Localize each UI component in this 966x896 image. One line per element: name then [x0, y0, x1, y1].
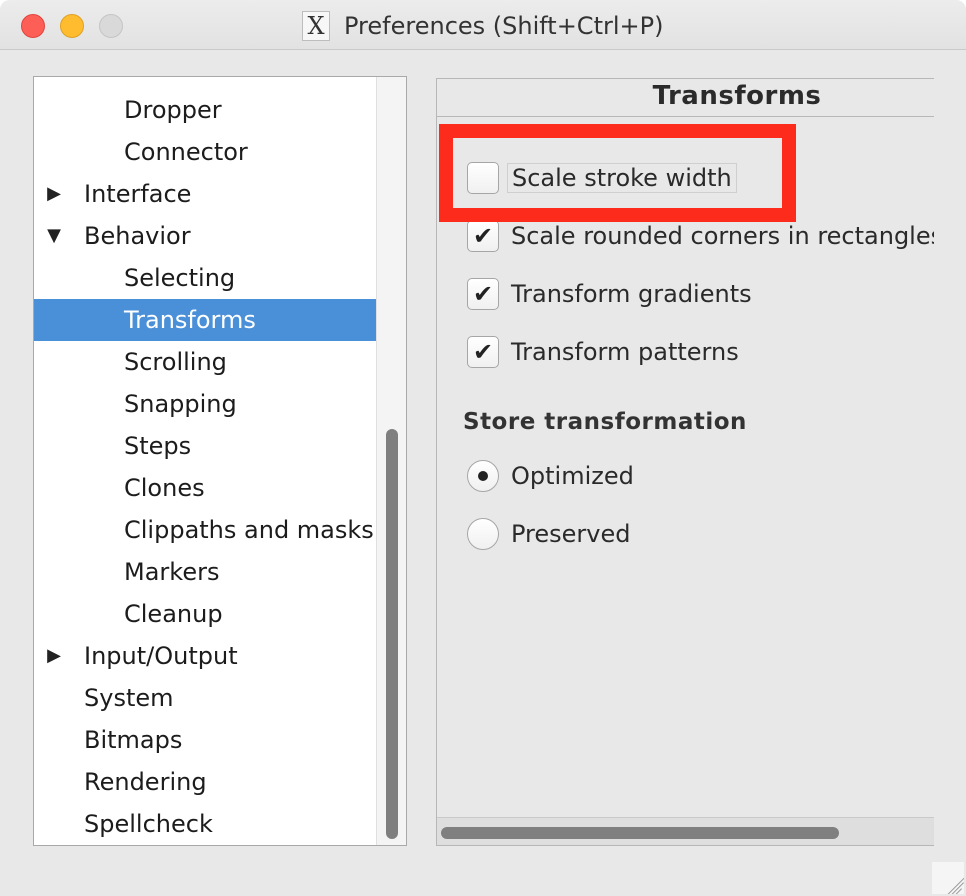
- tree-item-label: Spellcheck: [84, 810, 213, 838]
- scale-stroke-width-checkbox[interactable]: [467, 162, 499, 194]
- radio-dot-icon: [478, 471, 488, 481]
- tree-scrollbar-thumb[interactable]: [386, 429, 398, 839]
- panel-horizontal-scrollbar[interactable]: [437, 817, 934, 845]
- preferences-window: X Preferences (Shift+Ctrl+P) Dropper Conn…: [0, 0, 966, 896]
- transform-gradients-label[interactable]: Transform gradients: [511, 280, 752, 308]
- panel-title: Transforms: [652, 81, 822, 111]
- resize-grip-icon[interactable]: [932, 862, 964, 894]
- tree-item[interactable]: ▶ Input/Output: [34, 635, 377, 677]
- disclosure-collapsed-icon[interactable]: ▶: [44, 173, 64, 215]
- tree-item-label: Input/Output: [84, 642, 238, 670]
- panel-header: Transforms: [437, 79, 934, 117]
- tree-item-label: Snapping: [124, 390, 237, 418]
- disclosure-expanded-icon[interactable]: ▼: [44, 215, 64, 257]
- tree-item-label: Rendering: [84, 768, 207, 796]
- tree-item-label: Cleanup: [124, 600, 223, 628]
- tree-item[interactable]: ▼ Behavior: [34, 215, 377, 257]
- window-title-group: X Preferences (Shift+Ctrl+P): [302, 10, 663, 42]
- tree-item-label: Markers: [124, 558, 220, 586]
- tree-item[interactable]: Rendering: [34, 761, 377, 803]
- tree-item-label: System: [84, 684, 174, 712]
- tree-item[interactable]: System: [34, 677, 377, 719]
- disclosure-collapsed-icon[interactable]: ▶: [44, 635, 64, 677]
- tree-item-label: Selecting: [124, 264, 236, 292]
- tree-item-label: Dropper: [124, 96, 222, 124]
- tree-item[interactable]: Steps: [34, 425, 377, 467]
- checkmark-icon: ✔: [472, 222, 494, 250]
- transform-gradients-checkbox[interactable]: ✔: [467, 278, 499, 310]
- tree-item-label: Interface: [84, 180, 192, 208]
- close-window-button[interactable]: [21, 14, 45, 38]
- tree-item-label: Steps: [124, 432, 192, 460]
- scale-rounded-corners-checkbox[interactable]: ✔: [467, 220, 499, 252]
- tree-item-label: Transforms: [124, 306, 256, 334]
- tree-item[interactable]: Clippaths and masks: [34, 509, 377, 551]
- minimize-window-button[interactable]: [60, 14, 84, 38]
- tree-item[interactable]: Cleanup: [34, 593, 377, 635]
- checkmark-icon: ✔: [472, 338, 494, 366]
- preserved-row[interactable]: Preserved: [467, 517, 631, 551]
- tree-item[interactable]: Spellcheck: [34, 803, 377, 845]
- tree-item[interactable]: ▶ Interface: [34, 173, 377, 215]
- tree-item-label: Clones: [124, 474, 205, 502]
- title-bar[interactable]: X Preferences (Shift+Ctrl+P): [0, 0, 966, 50]
- tree-item-label: Clippaths and masks: [124, 516, 374, 544]
- tree-item[interactable]: Markers: [34, 551, 377, 593]
- tree-item[interactable]: Scrolling: [34, 341, 377, 383]
- transform-patterns-label[interactable]: Transform patterns: [511, 338, 739, 366]
- tree-item[interactable]: Clones: [34, 467, 377, 509]
- preserved-radio[interactable]: [467, 518, 499, 550]
- tree-item-label: Scrolling: [124, 348, 227, 376]
- optimized-radio[interactable]: [467, 460, 499, 492]
- checkmark-icon: ✔: [472, 280, 494, 308]
- tree-vertical-scrollbar[interactable]: [376, 77, 406, 845]
- tree-item-label: Connector: [124, 138, 248, 166]
- store-transformation-heading: Store transformation: [463, 409, 747, 435]
- tree-item-label: Behavior: [84, 222, 191, 250]
- scale-stroke-width-label[interactable]: Scale stroke width: [507, 163, 737, 193]
- scale-rounded-corners-row[interactable]: ✔ Scale rounded corners in rectangles: [467, 219, 934, 253]
- optimized-row[interactable]: Optimized: [467, 459, 634, 493]
- transform-patterns-row[interactable]: ✔ Transform patterns: [467, 335, 739, 369]
- window-title: Preferences (Shift+Ctrl+P): [344, 12, 664, 40]
- tree-item[interactable]: Connector: [34, 131, 377, 173]
- transform-gradients-row[interactable]: ✔ Transform gradients: [467, 277, 752, 311]
- zoom-window-button[interactable]: [99, 14, 123, 38]
- optimized-label[interactable]: Optimized: [511, 462, 634, 490]
- scale-stroke-width-row[interactable]: Scale stroke width: [467, 161, 737, 195]
- tree-item[interactable]: Transforms: [34, 299, 377, 341]
- tree-item[interactable]: Dropper: [34, 89, 377, 131]
- transform-patterns-checkbox[interactable]: ✔: [467, 336, 499, 368]
- scale-rounded-corners-label[interactable]: Scale rounded corners in rectangles: [511, 222, 934, 250]
- tree-item-label: Bitmaps: [84, 726, 183, 754]
- preferences-category-tree: Dropper Connector ▶ Interface ▼ Behavior Selec…: [33, 76, 407, 846]
- tree-item[interactable]: Bitmaps: [34, 719, 377, 761]
- panel-scrollbar-thumb[interactable]: [441, 827, 839, 839]
- tree-item[interactable]: Selecting: [34, 257, 377, 299]
- transforms-settings-panel: Transforms Scale stroke width ✔ Scale ro…: [436, 78, 934, 846]
- x11-app-icon: X: [302, 11, 330, 41]
- tree-item[interactable]: Snapping: [34, 383, 377, 425]
- preserved-label[interactable]: Preserved: [511, 520, 631, 548]
